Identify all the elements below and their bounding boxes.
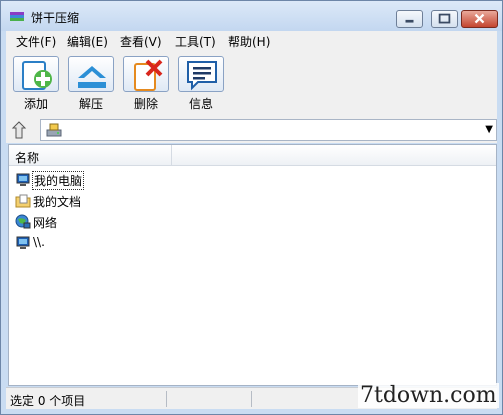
- network-icon: [15, 214, 31, 229]
- info-icon: [187, 61, 217, 91]
- info-label: 信息: [188, 97, 213, 111]
- column-name-header[interactable]: 名称: [15, 149, 39, 166]
- delete-tile: [123, 56, 169, 92]
- add-icon: [22, 61, 52, 90]
- watermark: 7tdown.com: [358, 383, 499, 408]
- info-tile: [178, 56, 224, 92]
- add-tile: [13, 56, 59, 92]
- menu-edit[interactable]: 编辑(E): [67, 33, 108, 50]
- add-label: 添加: [23, 97, 48, 111]
- close-button[interactable]: [461, 10, 498, 28]
- column-header: 名称: [9, 145, 496, 166]
- computer-icon: [16, 236, 30, 249]
- column-divider[interactable]: [171, 145, 172, 166]
- status-divider: [166, 391, 167, 407]
- app-icon: [10, 12, 24, 21]
- window-title: 饼干压缩: [31, 11, 80, 25]
- delete-button[interactable]: 删除: [121, 53, 171, 115]
- up-folder-icon[interactable]: [10, 120, 32, 140]
- minimize-icon: [405, 19, 414, 23]
- extract-label: 解压: [78, 97, 103, 111]
- list-item-label: \\.: [33, 235, 45, 249]
- address-field[interactable]: ▼: [40, 119, 497, 141]
- menu-file[interactable]: 文件(F): [16, 33, 56, 50]
- extract-tile: [68, 56, 114, 92]
- menu-bar: 文件(F) 编辑(E) 查看(V) 工具(T) 帮助(H): [6, 31, 497, 51]
- close-icon: [474, 13, 485, 24]
- status-text: 选定 0 个项目: [10, 394, 86, 408]
- delete-icon: [134, 59, 163, 91]
- list-item-label: 我的电脑: [32, 171, 85, 190]
- add-button[interactable]: 添加: [11, 53, 61, 115]
- maximize-button[interactable]: [431, 10, 458, 28]
- delete-label: 删除: [133, 97, 158, 111]
- list-item-label: 我的文档: [33, 195, 82, 209]
- chevron-down-icon[interactable]: ▼: [485, 124, 493, 135]
- maximize-icon: [438, 13, 451, 24]
- computer-icon: [16, 173, 30, 186]
- minimize-button[interactable]: [396, 10, 423, 28]
- address-bar: ▼: [6, 117, 497, 143]
- info-button[interactable]: 信息: [176, 53, 226, 115]
- menu-help[interactable]: 帮助(H): [228, 33, 270, 50]
- menu-tools[interactable]: 工具(T): [175, 33, 216, 50]
- menu-view[interactable]: 查看(V): [120, 33, 162, 50]
- list-item-label: 网络: [33, 216, 58, 230]
- app-window: 饼干压缩 文件(F) 编辑(E) 查看(V) 工具(T) 帮助(H) 添加 解压…: [0, 0, 503, 415]
- documents-folder-icon: [15, 194, 31, 208]
- status-divider: [251, 391, 252, 407]
- extract-button[interactable]: 解压: [66, 53, 116, 115]
- file-list[interactable]: 名称 我的电脑 我的文档 网络 \\.: [8, 144, 497, 386]
- title-bar[interactable]: 饼干压缩: [1, 1, 502, 31]
- drive-icon: [46, 123, 62, 137]
- extract-icon: [78, 66, 106, 88]
- toolbar: 添加 解压 删除 信息: [6, 51, 497, 117]
